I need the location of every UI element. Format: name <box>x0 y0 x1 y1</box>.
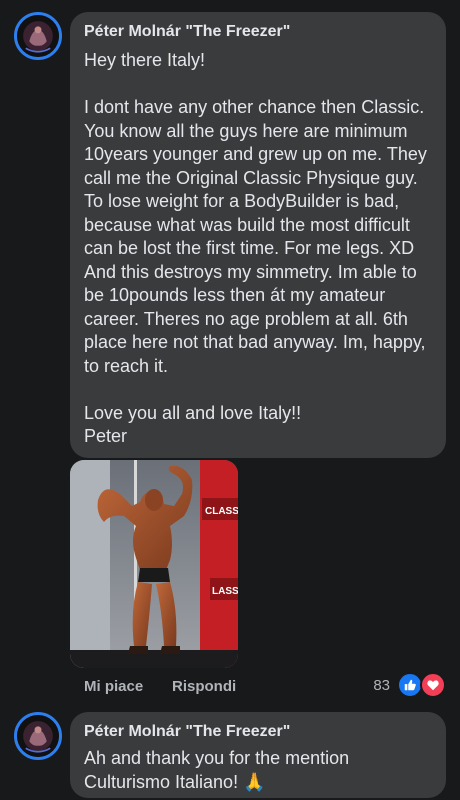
reaction-count: 83 <box>373 676 390 694</box>
comment-line-love: Love you all and love Italy!! <box>84 402 302 423</box>
avatar-image <box>17 715 59 757</box>
like-button[interactable]: Mi piace <box>84 678 143 695</box>
comment-text: Hey there Italy! I dont have any other c… <box>84 49 432 449</box>
reply-button[interactable]: Rispondi <box>172 678 236 695</box>
banner-text-top: CLASSIC <box>205 506 238 517</box>
comment-text: Ah and thank you for the mention Culturi… <box>84 747 432 794</box>
comment-photo[interactable]: CLASSIC LASSI <box>70 460 238 668</box>
banner-text-bottom: LASSI <box>212 586 238 597</box>
avatar[interactable] <box>14 712 62 760</box>
avatar-image <box>17 15 59 57</box>
avatar[interactable] <box>14 12 62 60</box>
comment-bubble: Péter Molnár "The Freezer" Ah and thank … <box>70 712 446 798</box>
comment-author[interactable]: Péter Molnár "The Freezer" <box>84 22 432 42</box>
comment-bubble: Péter Molnár "The Freezer" Hey there Ita… <box>70 12 446 458</box>
comment-line-1: Ah and thank you for the mention <box>84 748 350 768</box>
comment-paragraph-main: I dont have any other chance then Classi… <box>84 97 427 376</box>
comment-author[interactable]: Péter Molnár "The Freezer" <box>84 722 432 742</box>
reaction-summary[interactable]: 83 <box>373 672 446 698</box>
comment-line-greeting: Hey there Italy! <box>84 50 206 70</box>
comment-line-signature: Peter <box>84 426 128 446</box>
bodybuilder-photo-image: CLASSIC LASSI <box>70 460 238 668</box>
comment-line-2: Culturismo Italiano! 🙏 <box>84 771 266 792</box>
love-icon <box>420 672 446 698</box>
